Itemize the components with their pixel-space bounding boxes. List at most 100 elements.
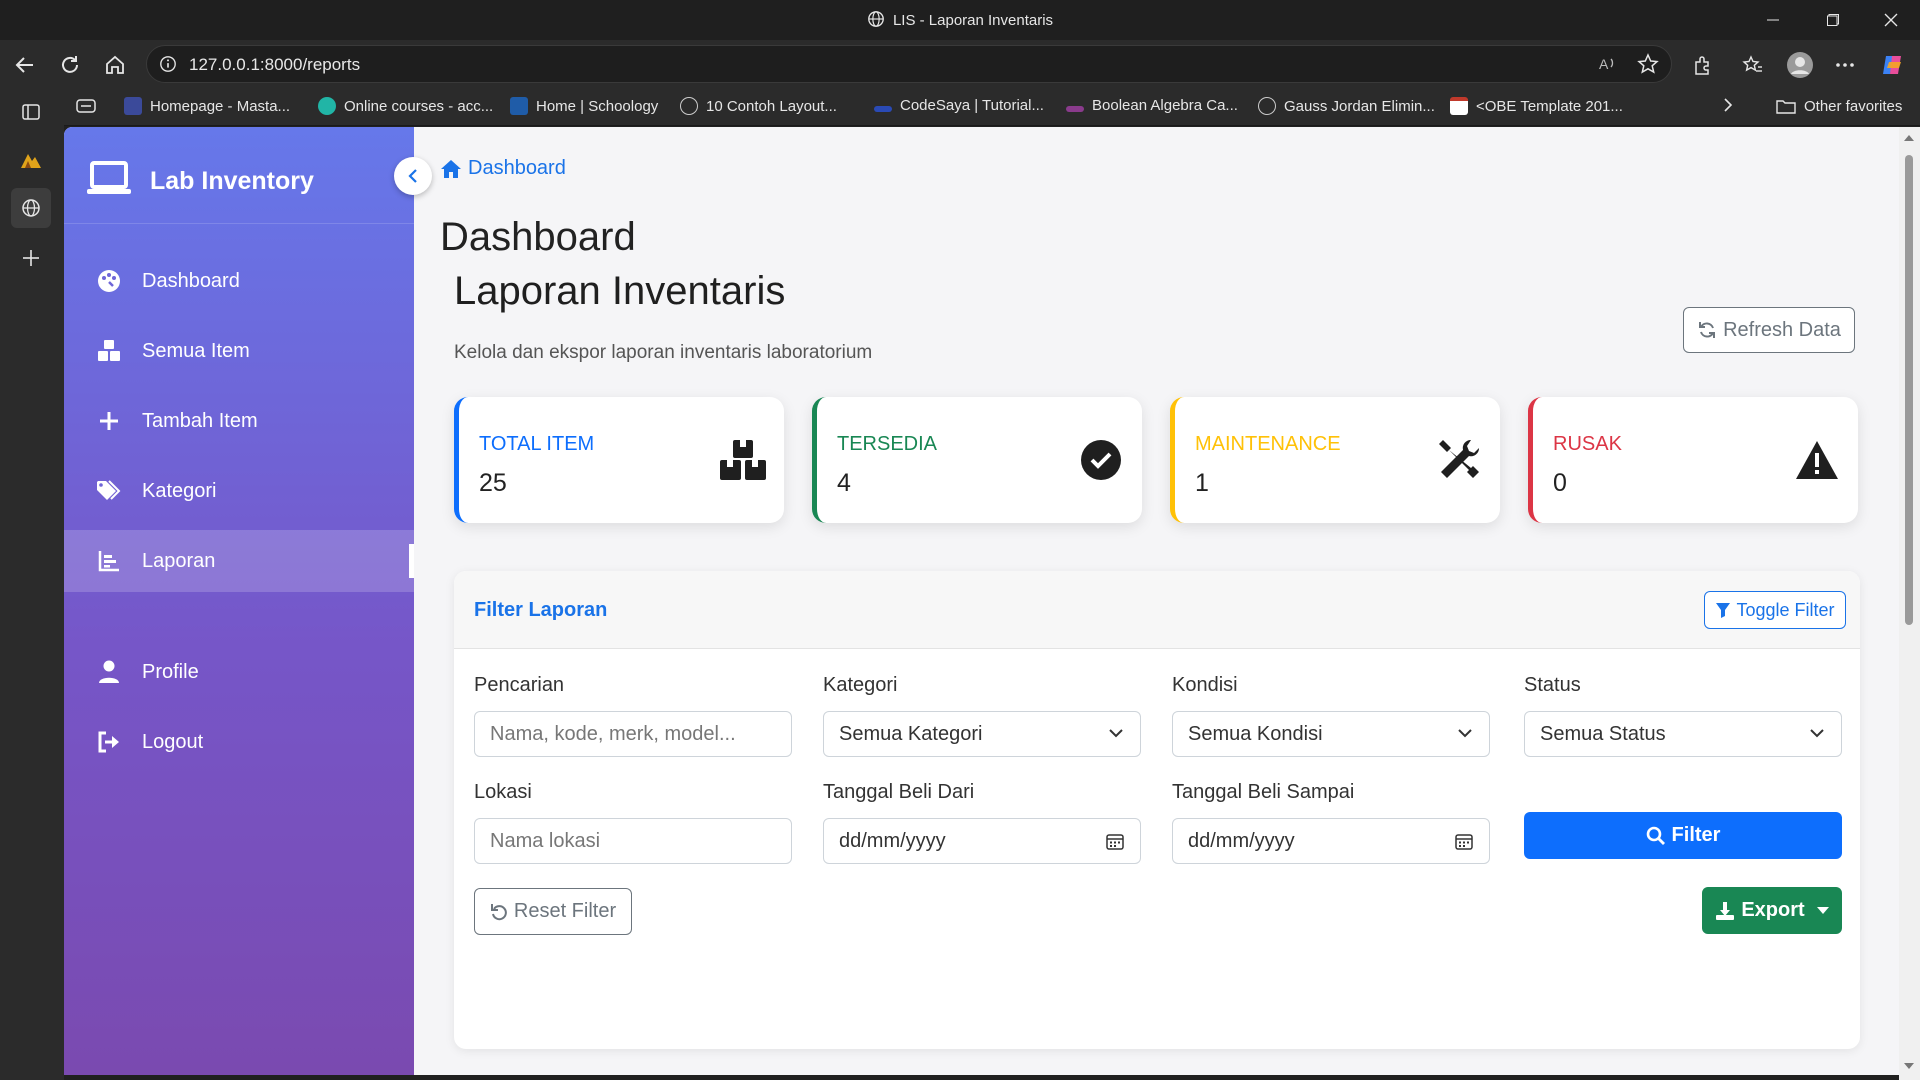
bookmark-item[interactable]: Homepage - Masta... — [124, 97, 290, 115]
favorite-star-icon[interactable] — [1637, 53, 1659, 80]
new-tab-plus-icon[interactable] — [11, 238, 51, 278]
sidebar-item-label: Dashboard — [142, 269, 240, 292]
bookmark-item[interactable]: <OBE Template 201... — [1450, 97, 1623, 115]
breadcrumb[interactable]: Dashboard — [440, 157, 566, 180]
toggle-filter-button[interactable]: Toggle Filter — [1704, 591, 1846, 629]
refresh-data-button[interactable]: Refresh Data — [1683, 307, 1855, 353]
scroll-up-arrow-icon[interactable] — [1904, 135, 1914, 141]
sidebar-item-dashboard[interactable]: Dashboard — [64, 250, 414, 312]
bookmark-item[interactable]: Boolean Algebra Ca... — [1066, 97, 1238, 114]
window-title: LIS - Laporan Inventaris — [0, 10, 1920, 32]
tab-actions-icon[interactable] — [11, 92, 51, 132]
globe-icon — [680, 97, 698, 115]
bookmark-label: Homepage - Masta... — [150, 97, 291, 115]
condition-value: Semua Kondisi — [1188, 722, 1323, 745]
search-label: Pencarian — [474, 674, 565, 696]
page-title: Dashboard — [440, 215, 636, 259]
sidebar-item-kategori[interactable]: Kategori — [64, 460, 414, 522]
filter-card-header: Filter Laporan Toggle Filter — [454, 571, 1860, 649]
stat-value: 0 — [1553, 469, 1567, 497]
laptop-icon — [86, 160, 132, 202]
sidebar-collapse-button[interactable] — [394, 157, 432, 195]
other-favorites[interactable]: Other favorites — [1776, 97, 1902, 115]
date-from-input[interactable]: dd/mm/yyyy — [823, 818, 1141, 864]
bookmark-item[interactable]: Gauss Jordan Elimin... — [1258, 97, 1435, 115]
location-label: Lokasi — [474, 781, 532, 803]
bookmarks-bar: Homepage - Masta... Online courses - acc… — [0, 88, 1920, 126]
category-select[interactable]: Semua Kategori — [823, 711, 1141, 757]
reset-filter-button[interactable]: Reset Filter — [474, 888, 632, 935]
filter-button[interactable]: Filter — [1524, 812, 1842, 859]
reading-list-icon[interactable] — [76, 97, 96, 115]
bookmark-item[interactable]: CodeSaya | Tutorial... — [874, 97, 1044, 114]
calendar-icon[interactable] — [1106, 832, 1124, 850]
address-bar[interactable]: 127.0.0.1:8000/reports A — [146, 45, 1672, 83]
bookmark-item[interactable]: Online courses - acc... — [318, 97, 493, 115]
page-scrollbar[interactable] — [1899, 127, 1920, 1080]
stat-label: TOTAL ITEM — [479, 433, 595, 455]
bookmarks-overflow-chevron-icon[interactable] — [1722, 97, 1734, 113]
logout-icon — [96, 729, 122, 755]
sidebar-item-tambah-item[interactable]: Tambah Item — [64, 390, 414, 452]
bookmark-item[interactable]: 10 Contoh Layout... — [680, 97, 837, 115]
sidebar-item-semua-item[interactable]: Semua Item — [64, 320, 414, 382]
stat-card-total-item: TOTAL ITEM 25 — [454, 397, 784, 523]
folder-icon — [1776, 100, 1796, 114]
date-to-input[interactable]: dd/mm/yyyy — [1172, 818, 1490, 864]
chart-bar-icon — [96, 548, 122, 574]
site-info-icon[interactable] — [159, 55, 177, 78]
search-input[interactable]: Nama, kode, merk, model... — [474, 711, 792, 757]
scroll-down-arrow-icon[interactable] — [1904, 1063, 1914, 1069]
refresh-icon — [1699, 322, 1716, 338]
boxes-icon — [96, 338, 122, 364]
back-button[interactable] — [10, 50, 40, 80]
reset-filter-label: Reset Filter — [513, 900, 617, 922]
profile-avatar-icon[interactable] — [1785, 50, 1815, 80]
minimize-button[interactable] — [1750, 0, 1796, 40]
bookmark-favicon — [874, 105, 892, 112]
calendar-icon[interactable] — [1455, 832, 1473, 850]
location-input[interactable]: Nama lokasi — [474, 818, 792, 864]
stat-card-rusak: RUSAK 0 — [1528, 397, 1858, 523]
status-value: Semua Status — [1540, 722, 1666, 745]
chevron-down-icon — [1810, 729, 1824, 738]
chevron-down-icon — [1109, 729, 1123, 738]
stat-card-maintenance: MAINTENANCE 1 — [1170, 397, 1500, 523]
bookmark-item[interactable]: Home | Schoology — [510, 97, 658, 115]
sidebar-item-label: Laporan — [142, 549, 216, 572]
toggle-filter-label: Toggle Filter — [1736, 599, 1835, 620]
favorites-icon[interactable] — [1738, 50, 1768, 80]
sidebar-item-profile[interactable]: Profile — [64, 641, 414, 703]
brand[interactable]: Lab Inventory — [86, 157, 314, 205]
breadcrumb-link[interactable]: Dashboard — [468, 157, 566, 180]
maximize-button[interactable] — [1810, 0, 1856, 40]
vertical-tabs — [0, 88, 64, 1080]
window-title-text: LIS - Laporan Inventaris — [892, 11, 1054, 29]
home-button[interactable] — [100, 50, 130, 80]
sidebar-item-label: Logout — [142, 730, 204, 753]
tab-active-globe-icon[interactable] — [11, 188, 51, 228]
tools-icon — [1436, 437, 1482, 483]
export-dropdown-button[interactable]: Export — [1702, 887, 1842, 934]
sidebar: Lab Inventory Dashboard Semua Item Tamba… — [64, 127, 414, 1075]
globe-icon — [1258, 97, 1276, 115]
reload-button[interactable] — [55, 50, 85, 80]
download-icon — [1716, 901, 1735, 920]
sidebar-divider — [64, 223, 414, 224]
condition-select[interactable]: Semua Kondisi — [1172, 711, 1490, 757]
palette-icon — [96, 268, 122, 294]
more-menu-icon[interactable] — [1830, 50, 1860, 80]
scrollbar-thumb[interactable] — [1905, 155, 1913, 625]
check-circle-icon — [1078, 437, 1124, 483]
sidebar-item-logout[interactable]: Logout — [64, 711, 414, 773]
tags-icon — [96, 478, 122, 504]
extensions-icon[interactable] — [1688, 50, 1718, 80]
status-select[interactable]: Semua Status — [1524, 711, 1842, 757]
stat-label: MAINTENANCE — [1195, 433, 1341, 455]
close-window-button[interactable] — [1868, 0, 1914, 40]
sidebar-item-laporan[interactable]: Laporan — [64, 530, 414, 592]
address-row: 127.0.0.1:8000/reports A — [0, 40, 1920, 88]
read-aloud-icon[interactable]: A — [1597, 53, 1619, 80]
copilot-icon[interactable] — [1878, 50, 1908, 80]
tab-favicon-mountain-icon[interactable] — [11, 140, 51, 180]
